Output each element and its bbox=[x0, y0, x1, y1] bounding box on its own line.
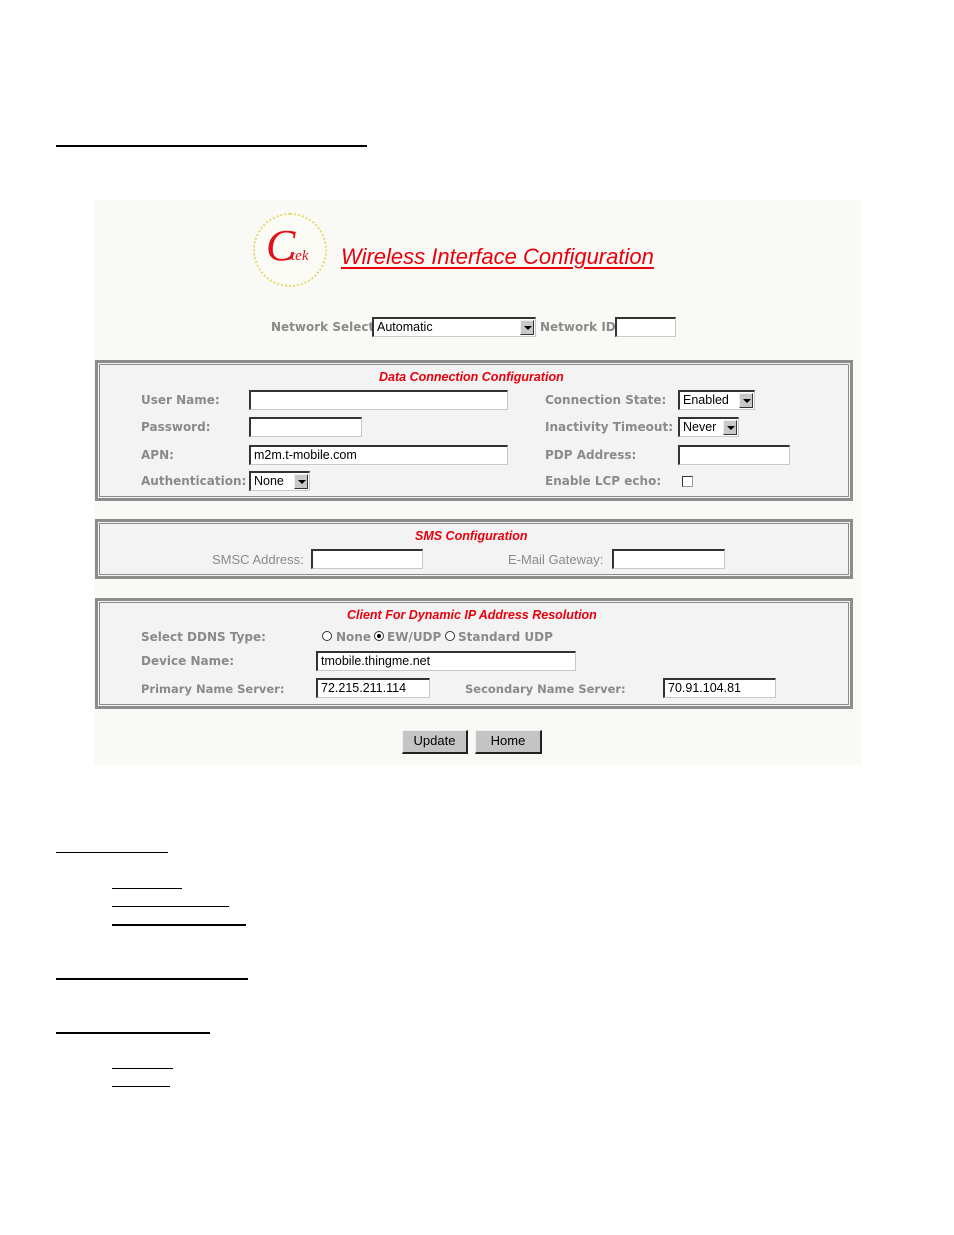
primary-name-server-label: Primary Name Server: bbox=[141, 682, 285, 696]
list-link[interactable] bbox=[112, 1068, 173, 1069]
update-button[interactable]: Update bbox=[402, 730, 468, 754]
logo-suffix: tek bbox=[291, 248, 309, 264]
device-name-input[interactable]: tmobile.thingme.net bbox=[316, 651, 576, 671]
ddns-radio-none[interactable] bbox=[322, 631, 332, 641]
chevron-down-icon[interactable] bbox=[520, 320, 534, 335]
list-link[interactable] bbox=[112, 888, 182, 889]
section-link[interactable] bbox=[56, 978, 248, 980]
ddns-option-standard-udp-label: Standard UDP bbox=[458, 630, 553, 644]
network-id-label: Network ID: bbox=[540, 320, 621, 334]
page-title: Wireless Interface Configuration bbox=[341, 244, 654, 269]
lcp-echo-checkbox[interactable] bbox=[682, 476, 693, 487]
inactivity-timeout-value: Never bbox=[683, 420, 717, 434]
chevron-down-icon[interactable] bbox=[739, 393, 753, 408]
password-label: Password: bbox=[141, 420, 211, 434]
pdp-address-label: PDP Address: bbox=[545, 448, 637, 462]
network-select[interactable]: Automatic bbox=[372, 317, 536, 337]
password-input[interactable] bbox=[249, 417, 362, 437]
primary-name-server-input[interactable]: 72.215.211.114 bbox=[316, 678, 430, 698]
secondary-name-server-input[interactable]: 70.91.104.81 bbox=[663, 678, 776, 698]
sms-box bbox=[95, 519, 853, 579]
ddns-radio-ewudp[interactable] bbox=[374, 631, 384, 641]
inactivity-timeout-select[interactable]: Never bbox=[678, 417, 739, 437]
section-link[interactable] bbox=[56, 852, 168, 853]
connection-state-select[interactable]: Enabled bbox=[678, 390, 755, 410]
secondary-name-server-label: Secondary Name Server: bbox=[465, 682, 626, 696]
smsc-address-input[interactable] bbox=[311, 549, 423, 569]
user-name-input[interactable] bbox=[249, 390, 508, 410]
apn-label: APN: bbox=[141, 448, 174, 462]
data-connection-title: Data Connection Configuration bbox=[379, 370, 564, 384]
network-select-label: Network Select: bbox=[271, 320, 380, 334]
sms-title: SMS Configuration bbox=[415, 529, 528, 543]
network-select-value: Automatic bbox=[377, 320, 433, 334]
ddns-option-ewudp-label: EW/UDP bbox=[387, 630, 442, 644]
email-gateway-input[interactable] bbox=[612, 549, 725, 569]
user-name-label: User Name: bbox=[141, 393, 220, 407]
home-button[interactable]: Home bbox=[475, 730, 542, 754]
ddns-title: Client For Dynamic IP Address Resolution bbox=[347, 608, 597, 622]
authentication-select[interactable]: None bbox=[249, 471, 310, 491]
chevron-down-icon[interactable] bbox=[294, 474, 308, 489]
chevron-down-icon[interactable] bbox=[723, 420, 737, 435]
lcp-echo-label: Enable LCP echo: bbox=[545, 474, 662, 488]
device-name-label: Device Name: bbox=[141, 654, 235, 668]
connection-state-label: Connection State: bbox=[545, 393, 667, 407]
authentication-label: Authentication: bbox=[141, 474, 247, 488]
list-link[interactable] bbox=[112, 906, 229, 907]
email-gateway-label: E-Mail Gateway: bbox=[508, 552, 604, 567]
pdp-address-input[interactable] bbox=[678, 445, 790, 465]
smsc-address-label: SMSC Address: bbox=[212, 552, 304, 567]
inactivity-timeout-label: Inactivity Timeout: bbox=[545, 420, 674, 434]
network-id-input[interactable] bbox=[615, 317, 676, 337]
ddns-type-label: Select DDNS Type: bbox=[141, 630, 266, 644]
list-link[interactable] bbox=[112, 1086, 170, 1087]
heading-link[interactable] bbox=[56, 145, 367, 147]
apn-input[interactable]: m2m.t-mobile.com bbox=[249, 445, 508, 465]
list-link[interactable] bbox=[112, 924, 246, 926]
connection-state-value: Enabled bbox=[683, 393, 729, 407]
ddns-option-none-label: None bbox=[336, 630, 371, 644]
ddns-radio-standard-udp[interactable] bbox=[445, 631, 455, 641]
section-link[interactable] bbox=[56, 1032, 210, 1034]
authentication-value: None bbox=[254, 474, 284, 488]
